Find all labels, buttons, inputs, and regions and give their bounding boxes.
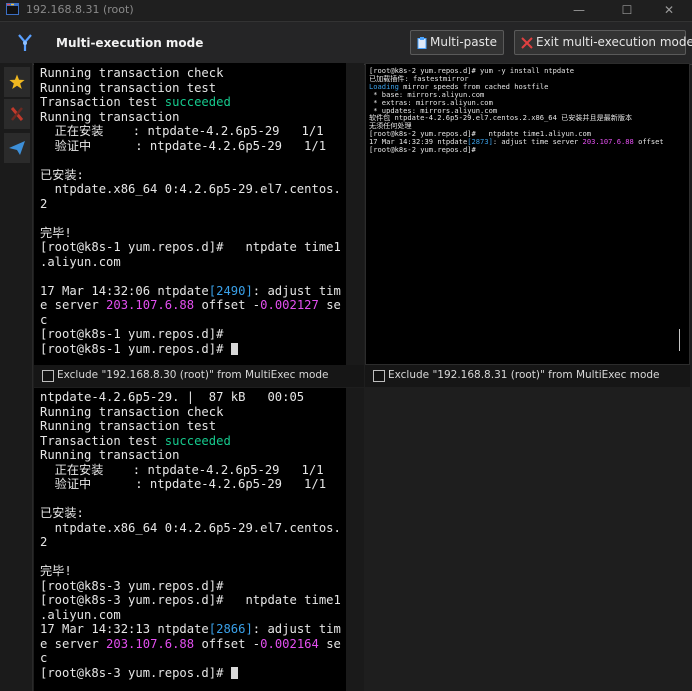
offset-text: 0.002127 <box>260 298 319 312</box>
pane-3-output: ntpdate-4.2.6p5-29. | 87 kB 00:05 Runnin… <box>40 390 341 680</box>
pane-3-scrollbar[interactable] <box>346 388 364 691</box>
exclude-label-2: Exclude "192.168.8.31 (root)" from Multi… <box>388 369 660 381</box>
multiexec-logo-icon <box>18 34 32 51</box>
exclude-pane-2[interactable]: Exclude "192.168.8.31 (root)" from Multi… <box>365 365 690 387</box>
term-line: 已安装: <box>40 506 84 520</box>
term-line: 17 Mar 14:32:13 ntpdate[2866]: adjust ti… <box>40 622 341 636</box>
tools-icon <box>10 107 24 121</box>
term-line: .aliyun.com <box>40 254 121 269</box>
term-line: [root@k8s-1 yum.repos.d]# ntpdate time1 <box>40 240 341 254</box>
exclude-label-1: Exclude "192.168.8.30 (root)" from Multi… <box>57 369 329 381</box>
terminal-cursor <box>230 666 238 679</box>
success-text: succeeded <box>164 95 231 109</box>
window-title: 192.168.8.31 (root) <box>26 3 134 16</box>
tools-tab[interactable] <box>4 99 30 129</box>
term-line: Running transaction <box>40 109 180 124</box>
minimize-button[interactable]: — <box>556 0 602 20</box>
exclude-checkbox-2[interactable] <box>373 370 385 382</box>
term-line: 验证中 : ntpdate-4.2.6p5-29 1/1 <box>40 138 327 153</box>
paste-icon <box>417 36 427 49</box>
scroll-indicator <box>679 329 680 351</box>
term-line: c <box>40 312 48 327</box>
empty-pane-area <box>365 388 692 691</box>
term-line: 正在安装 : ntpdate-4.2.6p5-29 1/1 <box>40 462 324 477</box>
term-line: .aliyun.com <box>40 607 121 622</box>
term-line: 2 <box>40 196 48 211</box>
term-line: 正在安装 : ntpdate-4.2.6p5-29 1/1 <box>40 124 324 138</box>
star-icon <box>9 74 25 89</box>
ip-text: 203.107.6.88 <box>582 137 634 147</box>
term-line: 完毕! <box>40 225 72 240</box>
ip-text: 203.107.6.88 <box>106 636 195 651</box>
term-line: 验证中 : ntpdate-4.2.6p5-29 1/1 <box>40 477 327 491</box>
mode-title: Multi-execution mode <box>56 36 204 50</box>
terminal-pane-1[interactable]: Running transaction check Running transa… <box>34 63 346 365</box>
multi-paste-button[interactable]: Multi-paste <box>410 30 504 55</box>
term-line: Running transaction check <box>40 404 224 419</box>
terminal-pane-3[interactable]: ntpdate-4.2.6p5-29. | 87 kB 00:05 Runnin… <box>34 388 346 691</box>
pane-2-output: [root@k8s-2 yum.repos.d]# yum -y install… <box>369 67 664 154</box>
term-line: Running transaction check <box>40 66 224 80</box>
favorites-tab[interactable] <box>4 67 30 97</box>
send-tab[interactable] <box>4 133 30 163</box>
offset-text: 0.002164 <box>260 636 319 651</box>
pid-text: [2866] <box>208 622 253 636</box>
maximize-button[interactable]: ☐ <box>604 0 650 20</box>
exit-x-icon <box>521 36 533 49</box>
success-text: succeeded <box>164 433 231 448</box>
exit-multiexec-button[interactable]: Exit multi-execution mode <box>514 30 692 55</box>
ip-text: 203.107.6.88 <box>106 298 195 312</box>
prompt-line: [root@k8s-3 yum.repos.d]# <box>40 666 238 680</box>
pane-1-scrollbar[interactable] <box>346 63 364 365</box>
term-line: c <box>40 651 48 665</box>
send-icon <box>9 141 25 155</box>
window-titlebar: 192.168.8.31 (root) — ☐ ✕ <box>0 0 692 20</box>
term-line: ntpdate.x86_64 0:4.2.6p5-29.el7.centos. <box>40 520 341 535</box>
multi-paste-label: Multi-paste <box>430 35 497 49</box>
term-line: [root@k8s-3 yum.repos.d]# <box>40 578 224 593</box>
term-line: Transaction test succeeded <box>40 433 231 448</box>
terminal-pane-2[interactable]: [root@k8s-2 yum.repos.d]# yum -y install… <box>365 63 690 365</box>
term-line: [root@k8s-2 yum.repos.d]# <box>369 145 481 155</box>
term-line: ntpdate.x86_64 0:4.2.6p5-29.el7.centos. <box>40 182 341 196</box>
term-line: Running transaction test <box>40 419 217 433</box>
term-line: e server 203.107.6.88 offset -0.002127 s… <box>40 298 341 312</box>
term-line: 完毕! <box>40 564 72 578</box>
term-line: Transaction test succeeded <box>40 95 231 109</box>
exclude-checkbox-1[interactable] <box>42 370 54 382</box>
close-button[interactable]: ✕ <box>646 0 692 20</box>
term-line: e server 203.107.6.88 offset -0.002164 s… <box>40 636 341 651</box>
term-line: 17 Mar 14:32:06 ntpdate[2490]: adjust ti… <box>40 283 341 298</box>
exclude-pane-1[interactable]: Exclude "192.168.8.30 (root)" from Multi… <box>34 365 364 387</box>
sidebar <box>0 63 33 691</box>
prompt-line: [root@k8s-1 yum.repos.d]# <box>40 342 238 356</box>
term-line: 2 <box>40 535 48 549</box>
pid-text: [2490] <box>208 283 253 298</box>
term-line: Running transaction <box>40 448 180 462</box>
pane-1-output: Running transaction check Running transa… <box>40 66 341 356</box>
term-line: ntpdate-4.2.6p5-29. | 87 kB 00:05 <box>40 390 305 404</box>
terminal-cursor <box>230 342 238 355</box>
exit-multiexec-label: Exit multi-execution mode <box>536 35 692 49</box>
term-line: 已安装: <box>40 167 84 182</box>
term-line: Running transaction test <box>40 80 217 95</box>
app-icon <box>6 3 19 15</box>
multiexec-toolbar: Multi-execution mode Multi-paste Exit mu… <box>0 21 692 65</box>
term-line: [root@k8s-3 yum.repos.d]# ntpdate time1 <box>40 593 341 607</box>
term-line: [root@k8s-1 yum.repos.d]# <box>40 327 224 341</box>
